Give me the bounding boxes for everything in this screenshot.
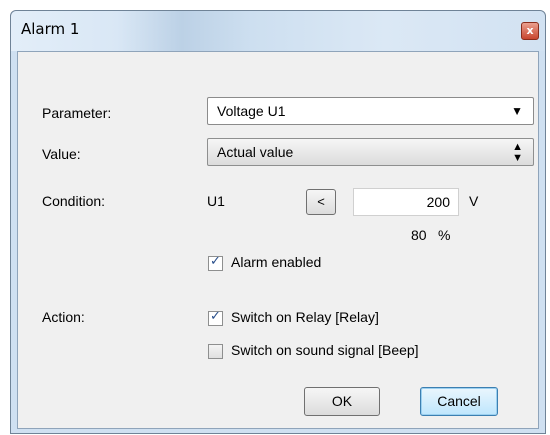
close-button[interactable]: x (521, 22, 539, 40)
percent-value: 80 (411, 227, 427, 243)
beep-checkbox[interactable] (208, 344, 223, 359)
cancel-button[interactable]: Cancel (420, 387, 498, 416)
comparator-label: < (317, 194, 325, 209)
ok-button[interactable]: OK (304, 387, 380, 416)
up-down-arrows-icon: ▲ ▼ (512, 141, 523, 164)
percent-unit: % (438, 227, 451, 243)
chevron-down-icon: ▼ (511, 104, 523, 118)
condition-parameter: U1 (207, 193, 225, 209)
dialog-body: Parameter: Voltage U1 ▼ Value: Actual va… (17, 51, 539, 429)
threshold-unit: V (469, 193, 479, 209)
value-label: Value: (42, 146, 81, 162)
value-dropdown[interactable]: Actual value ▲ ▼ (207, 138, 534, 166)
dialog-title: Alarm 1 (21, 20, 80, 38)
threshold-input[interactable]: 200 (353, 188, 459, 216)
title-bar[interactable]: Alarm 1 x (11, 11, 545, 51)
close-icon: x (526, 24, 534, 37)
parameter-label: Parameter: (42, 105, 112, 121)
relay-label: Switch on Relay [Relay] (231, 309, 379, 325)
value-selected: Actual value (217, 144, 294, 160)
alarm-enabled-checkbox[interactable] (208, 254, 223, 271)
action-label: Action: (42, 309, 85, 325)
condition-label: Condition: (42, 193, 106, 209)
comparator-button[interactable]: < (306, 189, 336, 215)
alarm-dialog: Alarm 1 x Parameter: Voltage U1 ▼ Value:… (10, 10, 546, 434)
alarm-enabled-label: Alarm enabled (231, 254, 322, 270)
relay-checkbox[interactable] (208, 309, 223, 326)
parameter-dropdown[interactable]: Voltage U1 ▼ (207, 97, 534, 125)
beep-label: Switch on sound signal [Beep] (231, 342, 419, 358)
parameter-value: Voltage U1 (217, 103, 286, 119)
